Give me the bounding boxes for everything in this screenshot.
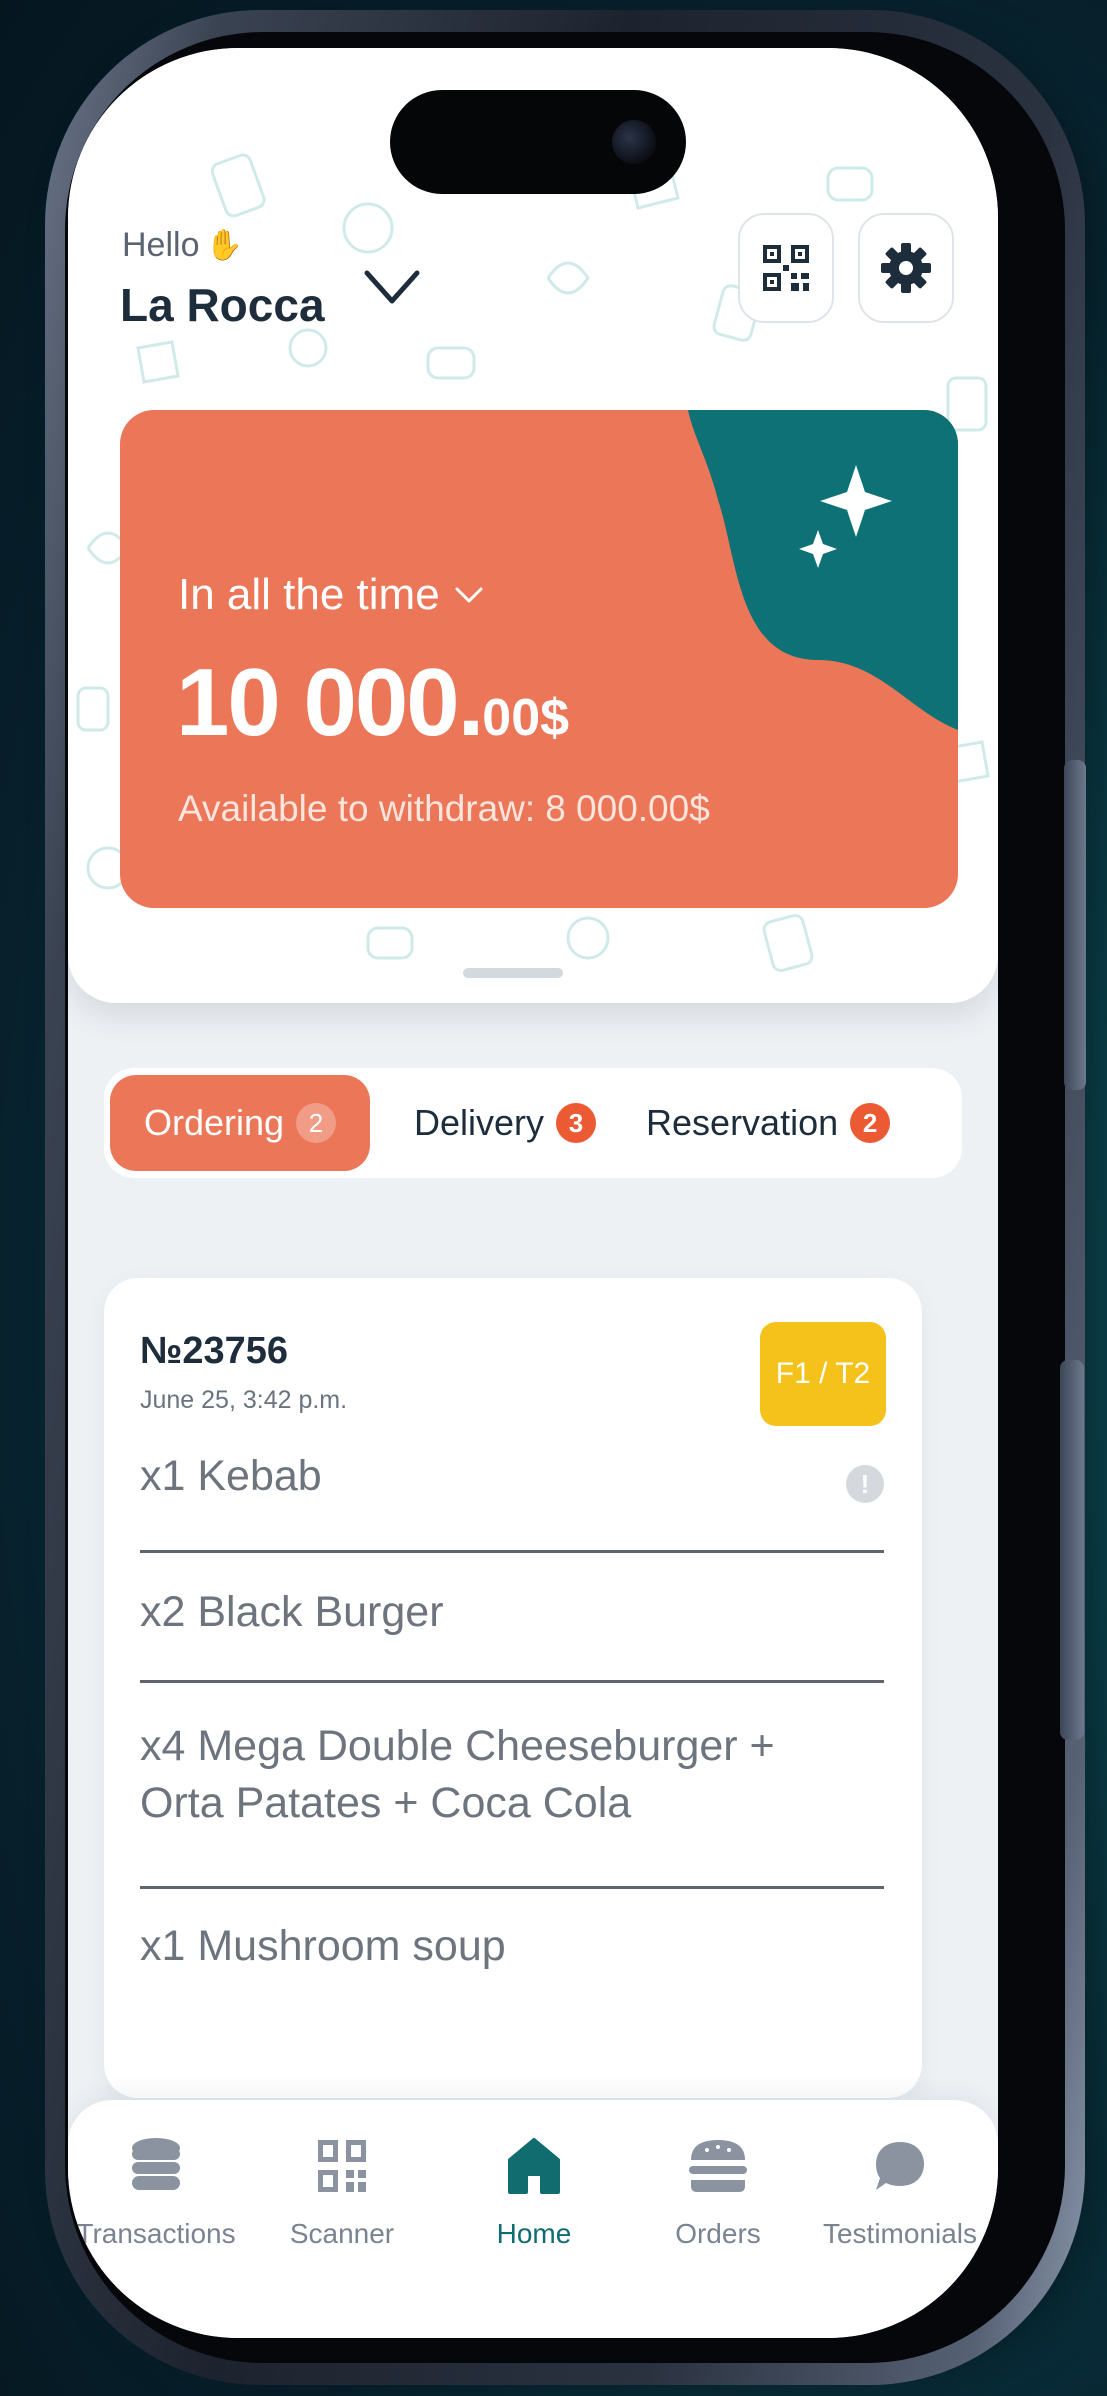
venue-name: La Rocca [120, 279, 325, 331]
info-icon[interactable]: ! [846, 1465, 884, 1503]
qr-code-button[interactable] [738, 213, 834, 323]
nav-orders[interactable]: Orders [638, 2136, 798, 2250]
camera-icon [612, 120, 656, 164]
chevron-down-icon [455, 587, 483, 603]
divider [140, 1680, 884, 1683]
nav-label: Scanner [289, 2218, 395, 2249]
qr-code-icon [318, 2140, 366, 2192]
dynamic-island [390, 90, 686, 194]
burger-icon [689, 2140, 747, 2192]
home-icon [508, 2138, 560, 2194]
tab-label: Ordering [143, 1102, 285, 1143]
amount-main: 10 000. [176, 649, 484, 756]
order-item: x1 Mushroom soup [140, 1922, 506, 1970]
side-button-lower [1060, 1360, 1084, 1740]
drag-handle[interactable] [463, 968, 563, 978]
chat-bubble-icon [876, 2142, 924, 2190]
nav-transactions[interactable]: Transactions [76, 2136, 236, 2250]
tab-delivery[interactable]: Delivery 3 [370, 1075, 626, 1171]
tab-count-badge: 2 [296, 1103, 337, 1143]
order-item: x2 Black Burger [140, 1588, 444, 1636]
tab-count-badge: 3 [556, 1103, 597, 1143]
tab-reservation[interactable]: Reservation 2 [626, 1075, 920, 1171]
coins-icon [132, 2138, 180, 2190]
withdraw-label: Available to withdraw: [178, 788, 536, 829]
order-item: x4 Mega Double Cheeseburger + Orta Patat… [140, 1722, 775, 1827]
tab-count-badge: 2 [850, 1103, 891, 1143]
period-label: In all the time [178, 570, 440, 619]
order-type-tabs: Ordering 2 Delivery 3 Reservation 2 [104, 1068, 962, 1178]
nav-label: Testimonials [822, 2218, 978, 2249]
amount-cents: 00$ [482, 689, 570, 747]
balance-amount: 10 000. 00$ [176, 648, 569, 758]
tab-label: Reservation [646, 1102, 839, 1143]
period-selector[interactable]: In all the time [178, 570, 484, 620]
nav-label: Orders [675, 2218, 761, 2249]
nav-scanner[interactable]: Scanner [262, 2136, 422, 2250]
phone-screen: Hello ✋ La Rocca In all the time 10 000.… [68, 48, 998, 2338]
side-button-upper [1064, 760, 1086, 1090]
order-number: №23756 [140, 1330, 289, 1372]
divider [140, 1550, 884, 1553]
nav-label: Home [496, 2218, 572, 2249]
order-item: x1 Kebab [140, 1452, 322, 1500]
card-decoration [688, 410, 958, 730]
tab-ordering[interactable]: Ordering 2 [110, 1075, 370, 1171]
qr-code-icon [763, 245, 809, 291]
table-badge: F1 / T2 [760, 1322, 886, 1426]
order-card[interactable]: №23756 June 25, 3:42 p.m. F1 / T2 x1 Keb… [104, 1278, 922, 2098]
greeting-text: Hello [122, 226, 200, 264]
nav-testimonials[interactable]: Testimonials [820, 2136, 980, 2250]
balance-card: In all the time 10 000. 00$ Available to… [120, 410, 958, 908]
nav-home[interactable]: Home [454, 2136, 614, 2250]
chevron-down-icon [364, 270, 420, 304]
greeting: Hello ✋ [122, 226, 243, 265]
tab-label: Delivery [414, 1102, 545, 1143]
order-date: June 25, 3:42 p.m. [140, 1386, 348, 1414]
venue-selector[interactable]: La Rocca [120, 270, 421, 332]
withdraw-value: 8 000.00$ [545, 788, 710, 829]
gear-icon [881, 243, 931, 293]
nav-label: Transactions [76, 2218, 236, 2249]
withdraw-info: Available to withdraw: 8 000.00$ [178, 788, 710, 830]
divider [140, 1886, 884, 1889]
bottom-nav: Transactions Scanner Home Orders Testimo… [68, 2100, 998, 2338]
wave-hand-icon: ✋ [205, 229, 243, 262]
settings-button[interactable] [858, 213, 954, 323]
